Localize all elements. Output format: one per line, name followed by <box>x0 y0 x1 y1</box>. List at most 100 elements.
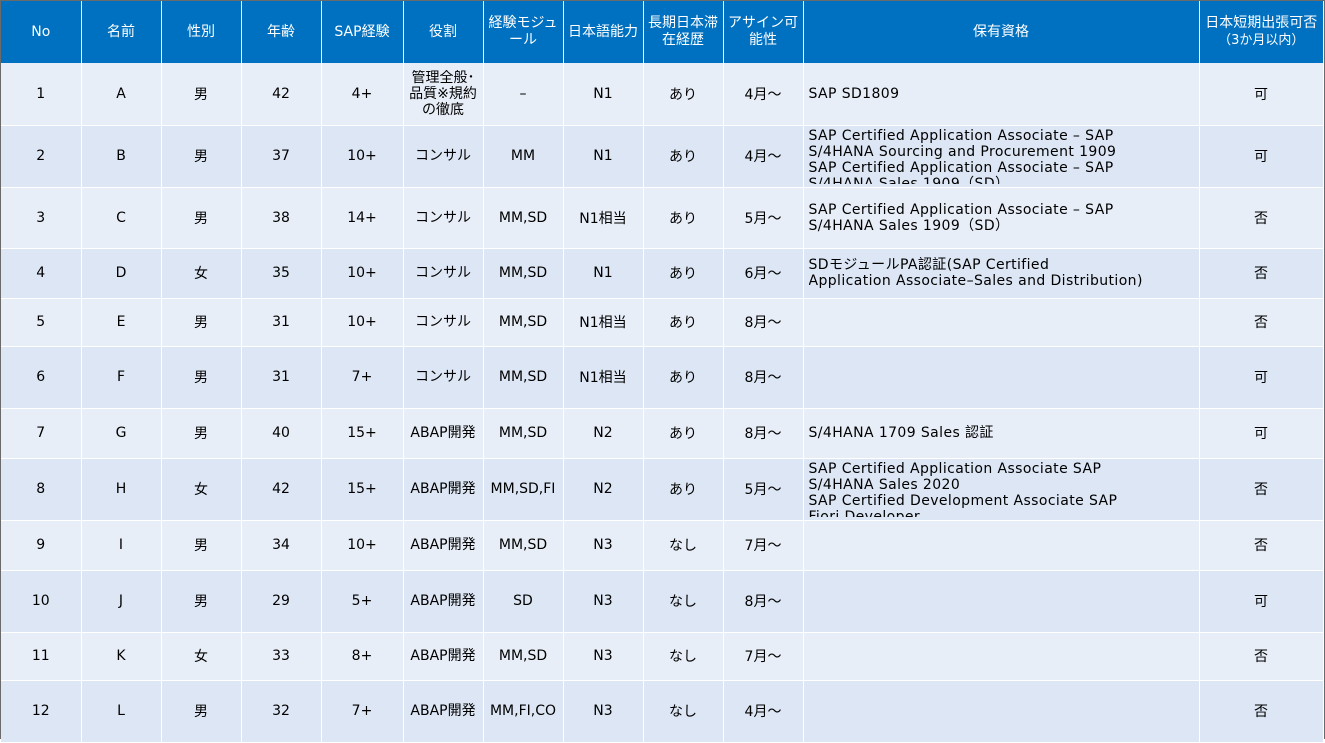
cell-age: 37 <box>241 125 322 188</box>
table-row: 3 C 男 38 14+ コンサル MM,SD N1相当 あり 5月～ SAP Certified … <box>1 187 1324 249</box>
cell-gender: 男 <box>161 570 242 633</box>
cell-name: G <box>81 408 162 459</box>
header-role: 役割 <box>403 1 484 63</box>
cell-certifications <box>803 570 1200 633</box>
cell-certifications <box>803 680 1200 743</box>
cell-assign-availability: 4月～ <box>723 680 804 743</box>
cell-assign-availability: 4月～ <box>723 63 804 126</box>
cell-japanese-level: N1 <box>563 63 644 126</box>
cell-name: E <box>81 298 162 347</box>
cell-module: MM,SD <box>483 346 564 409</box>
cell-no: 10 <box>1 570 82 633</box>
cell-long-stay: あり <box>643 458 724 521</box>
cell-role: ABAP開発 <box>403 632 484 681</box>
header-no: No <box>1 1 82 63</box>
cell-role: 管理全般･品質※規約の徹底 <box>403 63 484 126</box>
header-certifications: 保有資格 <box>803 1 1200 63</box>
cell-certifications: SDモジュールPA認証(SAP Certified Application Ass… <box>803 248 1200 299</box>
cell-short-trip: 否 <box>1199 520 1324 571</box>
cell-japanese-level: N2 <box>563 458 644 521</box>
cell-no: 6 <box>1 346 82 409</box>
cell-sap-experience: 5+ <box>321 570 404 633</box>
cell-assign-availability: 8月～ <box>723 346 804 409</box>
cell-sap-experience: 10+ <box>321 125 404 188</box>
cell-no: 7 <box>1 408 82 459</box>
header-short-trip-label: 日本短期出張可否 <box>1205 15 1318 31</box>
cell-long-stay: あり <box>643 125 724 188</box>
cell-module: MM,SD <box>483 187 564 249</box>
cell-certifications <box>803 298 1200 347</box>
cell-sap-experience: 14+ <box>321 187 404 249</box>
cell-sap-experience: 10+ <box>321 520 404 571</box>
cell-name: L <box>81 680 162 743</box>
certification-line: S/4HANA 1709 Sales 認証 <box>808 425 994 441</box>
cell-short-trip: 否 <box>1199 187 1324 249</box>
cell-long-stay: あり <box>643 298 724 347</box>
cell-gender: 男 <box>161 63 242 126</box>
certification-line: Application Associate–Sales and Distribu… <box>808 273 1143 289</box>
cell-japanese-level: N3 <box>563 570 644 633</box>
cell-module: MM,SD <box>483 632 564 681</box>
certification-line: SAP Certified Development Associate SAP <box>808 493 1118 509</box>
cell-role: コンサル <box>403 125 484 188</box>
table-row: 7 G 男 40 15+ ABAP開発 MM,SD N2 あり 8月～ S/4HANA 1709 S… <box>1 408 1324 459</box>
cell-gender: 女 <box>161 632 242 681</box>
cell-certifications: S/4HANA 1709 Sales 認証 <box>803 408 1200 459</box>
header-module: 経験モジュール <box>483 1 564 63</box>
header-name: 名前 <box>81 1 162 63</box>
cell-name: B <box>81 125 162 188</box>
cell-gender: 男 <box>161 520 242 571</box>
cell-role: ABAP開発 <box>403 520 484 571</box>
cell-long-stay: なし <box>643 680 724 743</box>
table-row: 1 A 男 42 4+ 管理全般･品質※規約の徹底 – N1 あり 4月～ SAP SD1809 可 <box>1 63 1324 126</box>
cell-role: ABAP開発 <box>403 680 484 743</box>
cell-short-trip: 可 <box>1199 408 1324 459</box>
cell-assign-availability: 8月～ <box>723 408 804 459</box>
cell-name: F <box>81 346 162 409</box>
cell-no: 11 <box>1 632 82 681</box>
cell-gender: 女 <box>161 248 242 299</box>
cell-age: 38 <box>241 187 322 249</box>
cell-long-stay: あり <box>643 408 724 459</box>
cell-assign-availability: 7月～ <box>723 520 804 571</box>
table-row: 4 D 女 35 10+ コンサル MM,SD N1 あり 6月～ SDモジュールPA認証(SAP … <box>1 248 1324 299</box>
cell-module: MM,SD <box>483 408 564 459</box>
cell-long-stay: あり <box>643 63 724 126</box>
cell-name: H <box>81 458 162 521</box>
cell-certifications: SAP Certified Application Associate – SA… <box>803 187 1200 249</box>
cell-short-trip: 否 <box>1199 680 1324 743</box>
cell-module: MM <box>483 125 564 188</box>
cell-no: 3 <box>1 187 82 249</box>
cell-japanese-level: N1 <box>563 125 644 188</box>
cell-age: 42 <box>241 63 322 126</box>
cell-japanese-level: N1相当 <box>563 298 644 347</box>
cell-role: コンサル <box>403 248 484 299</box>
cell-assign-availability: 7月～ <box>723 632 804 681</box>
header-long-stay: 長期日本滞在経歴 <box>643 1 724 63</box>
cell-certifications <box>803 520 1200 571</box>
cell-age: 31 <box>241 298 322 347</box>
cell-japanese-level: N3 <box>563 520 644 571</box>
cell-no: 12 <box>1 680 82 743</box>
cell-no: 5 <box>1 298 82 347</box>
certification-line: SAP SD1809 <box>808 85 900 102</box>
cell-role: コンサル <box>403 187 484 249</box>
cell-assign-availability: 8月～ <box>723 298 804 347</box>
cell-module: MM,SD,FI <box>483 458 564 521</box>
header-assign-availability: アサイン可能性 <box>723 1 804 63</box>
cell-assign-availability: 6月～ <box>723 248 804 299</box>
cell-japanese-level: N1 <box>563 248 644 299</box>
header-short-trip: 日本短期出張可否 （3か月以内） <box>1199 1 1323 63</box>
cell-long-stay: あり <box>643 187 724 249</box>
sheet-frame: No 名前 性別 年齢 SAP経験 役割 経験モジュール 日本語能力 長期日本滞… <box>0 0 1325 743</box>
table-header: No 名前 性別 年齢 SAP経験 役割 経験モジュール 日本語能力 長期日本滞… <box>1 1 1323 63</box>
cell-role: ABAP開発 <box>403 570 484 633</box>
cell-module: SD <box>483 570 564 633</box>
cell-gender: 男 <box>161 680 242 743</box>
cell-age: 33 <box>241 632 322 681</box>
cell-short-trip: 否 <box>1199 248 1324 299</box>
cell-name: J <box>81 570 162 633</box>
certification-line: SAP Certified Application Associate – SA… <box>808 128 1114 144</box>
cell-assign-availability: 8月～ <box>723 570 804 633</box>
cell-certifications: SAP Certified Application Associate – SA… <box>803 125 1200 188</box>
